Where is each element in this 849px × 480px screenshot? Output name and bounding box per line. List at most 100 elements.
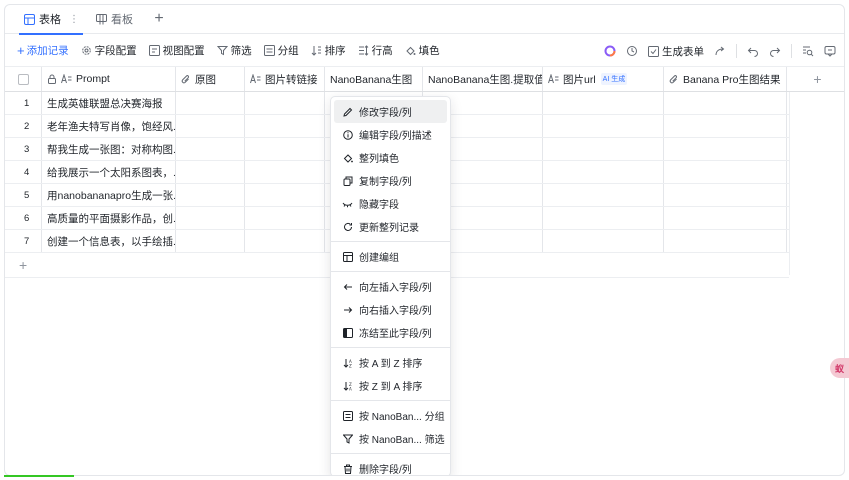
menu-item-filter-by[interactable]: 按 NanoBan... 筛选: [334, 427, 447, 450]
tab-kanban[interactable]: 看板: [87, 5, 141, 34]
menu-item-copy-field[interactable]: 复制字段/列: [334, 169, 447, 192]
add-view-button[interactable]: +: [149, 10, 169, 28]
image-url-cell[interactable]: [543, 207, 664, 229]
prompt-cell[interactable]: 老年渔夫特写肖像，饱经风...: [42, 115, 176, 137]
image-link-cell[interactable]: [245, 138, 325, 160]
copy-icon: [342, 175, 353, 186]
undo-icon[interactable]: [747, 45, 759, 57]
automation-icon[interactable]: [626, 45, 638, 57]
prompt-cell[interactable]: 生成英雄联盟总决赛海报: [42, 92, 176, 114]
column-header-prompt[interactable]: Prompt: [42, 67, 176, 91]
menu-divider: [331, 241, 450, 242]
prompt-cell[interactable]: 帮我生成一张图：对称构图...: [42, 138, 176, 160]
banana-pro-cell[interactable]: [664, 92, 787, 114]
prompt-cell[interactable]: 给我展示一个太阳系图表，...: [42, 161, 176, 183]
field-config-button[interactable]: 字段配置: [81, 43, 137, 58]
original-image-cell[interactable]: [176, 138, 245, 160]
more-vertical-icon[interactable]: ⋮: [69, 14, 79, 25]
generate-form-button[interactable]: 生成表单: [648, 44, 704, 59]
original-image-cell[interactable]: [176, 184, 245, 206]
menu-item-insert-left[interactable]: 向左插入字段/列: [334, 275, 447, 298]
search-records-icon[interactable]: [802, 45, 814, 57]
fill-color-button[interactable]: 填色: [405, 43, 440, 58]
menu-item-hide-field[interactable]: 隐藏字段: [334, 192, 447, 215]
banana-pro-cell[interactable]: [664, 115, 787, 137]
row-number[interactable]: 1: [5, 92, 42, 114]
column-header-nanobanana[interactable]: NanoBanana生图: [325, 67, 423, 91]
menu-item-delete-field[interactable]: 删除字段/列: [334, 457, 447, 475]
banana-pro-cell[interactable]: [664, 138, 787, 160]
menu-divider: [331, 400, 450, 401]
add-column-button[interactable]: +: [789, 67, 844, 92]
row-height-button[interactable]: 行高: [358, 43, 393, 58]
sort-button[interactable]: 排序: [311, 43, 346, 58]
banana-pro-cell[interactable]: [664, 161, 787, 183]
menu-item-refresh-column[interactable]: 更新整列记录: [334, 215, 447, 238]
row-number[interactable]: 2: [5, 115, 42, 137]
image-url-cell[interactable]: [543, 161, 664, 183]
original-image-cell[interactable]: [176, 207, 245, 229]
row-number[interactable]: 7: [5, 230, 42, 252]
menu-item-edit-field[interactable]: 修改字段/列: [334, 100, 447, 123]
prompt-cell[interactable]: 高质量的平面摄影作品，创...: [42, 207, 176, 229]
image-link-cell[interactable]: [245, 92, 325, 114]
menu-item-insert-right[interactable]: 向右插入字段/列: [334, 298, 447, 321]
menu-item-group-by[interactable]: 按 NanoBan... 分组: [334, 404, 447, 427]
menu-item-label: 整列填色: [359, 154, 399, 165]
column-header-image-link[interactable]: 图片转链接: [245, 67, 325, 91]
menu-item-create-group[interactable]: 创建编组: [334, 245, 447, 268]
progress-indicator: [4, 475, 74, 477]
menu-item-fill-column[interactable]: 整列填色: [334, 146, 447, 169]
original-image-cell[interactable]: [176, 115, 245, 137]
menu-item-edit-description[interactable]: 编辑字段/列描述: [334, 123, 447, 146]
select-all-checkbox[interactable]: [5, 67, 42, 91]
banana-pro-cell[interactable]: [664, 184, 787, 206]
redo-icon[interactable]: [769, 45, 781, 57]
banana-pro-cell[interactable]: [664, 207, 787, 229]
svg-text:A: A: [349, 386, 352, 391]
row-number[interactable]: 5: [5, 184, 42, 206]
share-icon[interactable]: [714, 45, 726, 57]
image-link-cell[interactable]: [245, 161, 325, 183]
group-icon: [342, 251, 353, 262]
column-header-original-image[interactable]: 原图: [176, 67, 245, 91]
image-url-cell[interactable]: [543, 138, 664, 160]
original-image-cell[interactable]: [176, 230, 245, 252]
add-record-button[interactable]: + 添加记录: [17, 43, 69, 58]
comment-icon[interactable]: [824, 45, 836, 57]
filter-button[interactable]: 筛选: [216, 43, 252, 58]
image-link-cell[interactable]: [245, 230, 325, 252]
row-number[interactable]: 4: [5, 161, 42, 183]
filter-icon: [342, 433, 353, 444]
image-url-cell[interactable]: [543, 184, 664, 206]
image-url-cell[interactable]: [543, 230, 664, 252]
view-config-button[interactable]: 视图配置: [148, 43, 205, 58]
menu-item-label: 复制字段/列: [359, 177, 412, 188]
column-header-image-url[interactable]: 图片url AI 生成: [543, 67, 664, 91]
ai-assistant-icon[interactable]: [604, 45, 616, 57]
menu-item-freeze[interactable]: 冻结至此字段/列: [334, 321, 447, 344]
prompt-cell[interactable]: 创建一个信息表，以手绘插...: [42, 230, 176, 252]
menu-item-sort-z-a[interactable]: ZA 按 Z 到 A 排序: [334, 374, 447, 397]
row-number[interactable]: 6: [5, 207, 42, 229]
prompt-cell[interactable]: 用nanobananapro生成一张...: [42, 184, 176, 206]
image-link-cell[interactable]: [245, 115, 325, 137]
original-image-cell[interactable]: [176, 161, 245, 183]
tab-table[interactable]: 表格 ⋮: [15, 5, 87, 35]
banana-pro-cell[interactable]: [664, 230, 787, 252]
menu-item-label: 修改字段/列: [359, 108, 412, 119]
column-header-banana-pro[interactable]: Banana Pro生图结果: [664, 67, 787, 91]
image-link-cell[interactable]: [245, 207, 325, 229]
menu-item-sort-a-z[interactable]: AZ 按 A 到 Z 排序: [334, 351, 447, 374]
image-link-cell[interactable]: [245, 184, 325, 206]
column-header-nanobanana-extract[interactable]: NanoBanana生图.提取值1: [423, 67, 543, 91]
image-url-cell[interactable]: [543, 92, 664, 114]
original-image-cell[interactable]: [176, 92, 245, 114]
group-button[interactable]: 分组: [263, 43, 299, 58]
toolbar-divider: [791, 44, 792, 58]
floating-assistant-button[interactable]: 蚁: [830, 358, 849, 378]
add-record-label: 添加记录: [26, 45, 69, 57]
toolbar-divider: [736, 44, 737, 58]
image-url-cell[interactable]: [543, 115, 664, 137]
row-number[interactable]: 3: [5, 138, 42, 160]
